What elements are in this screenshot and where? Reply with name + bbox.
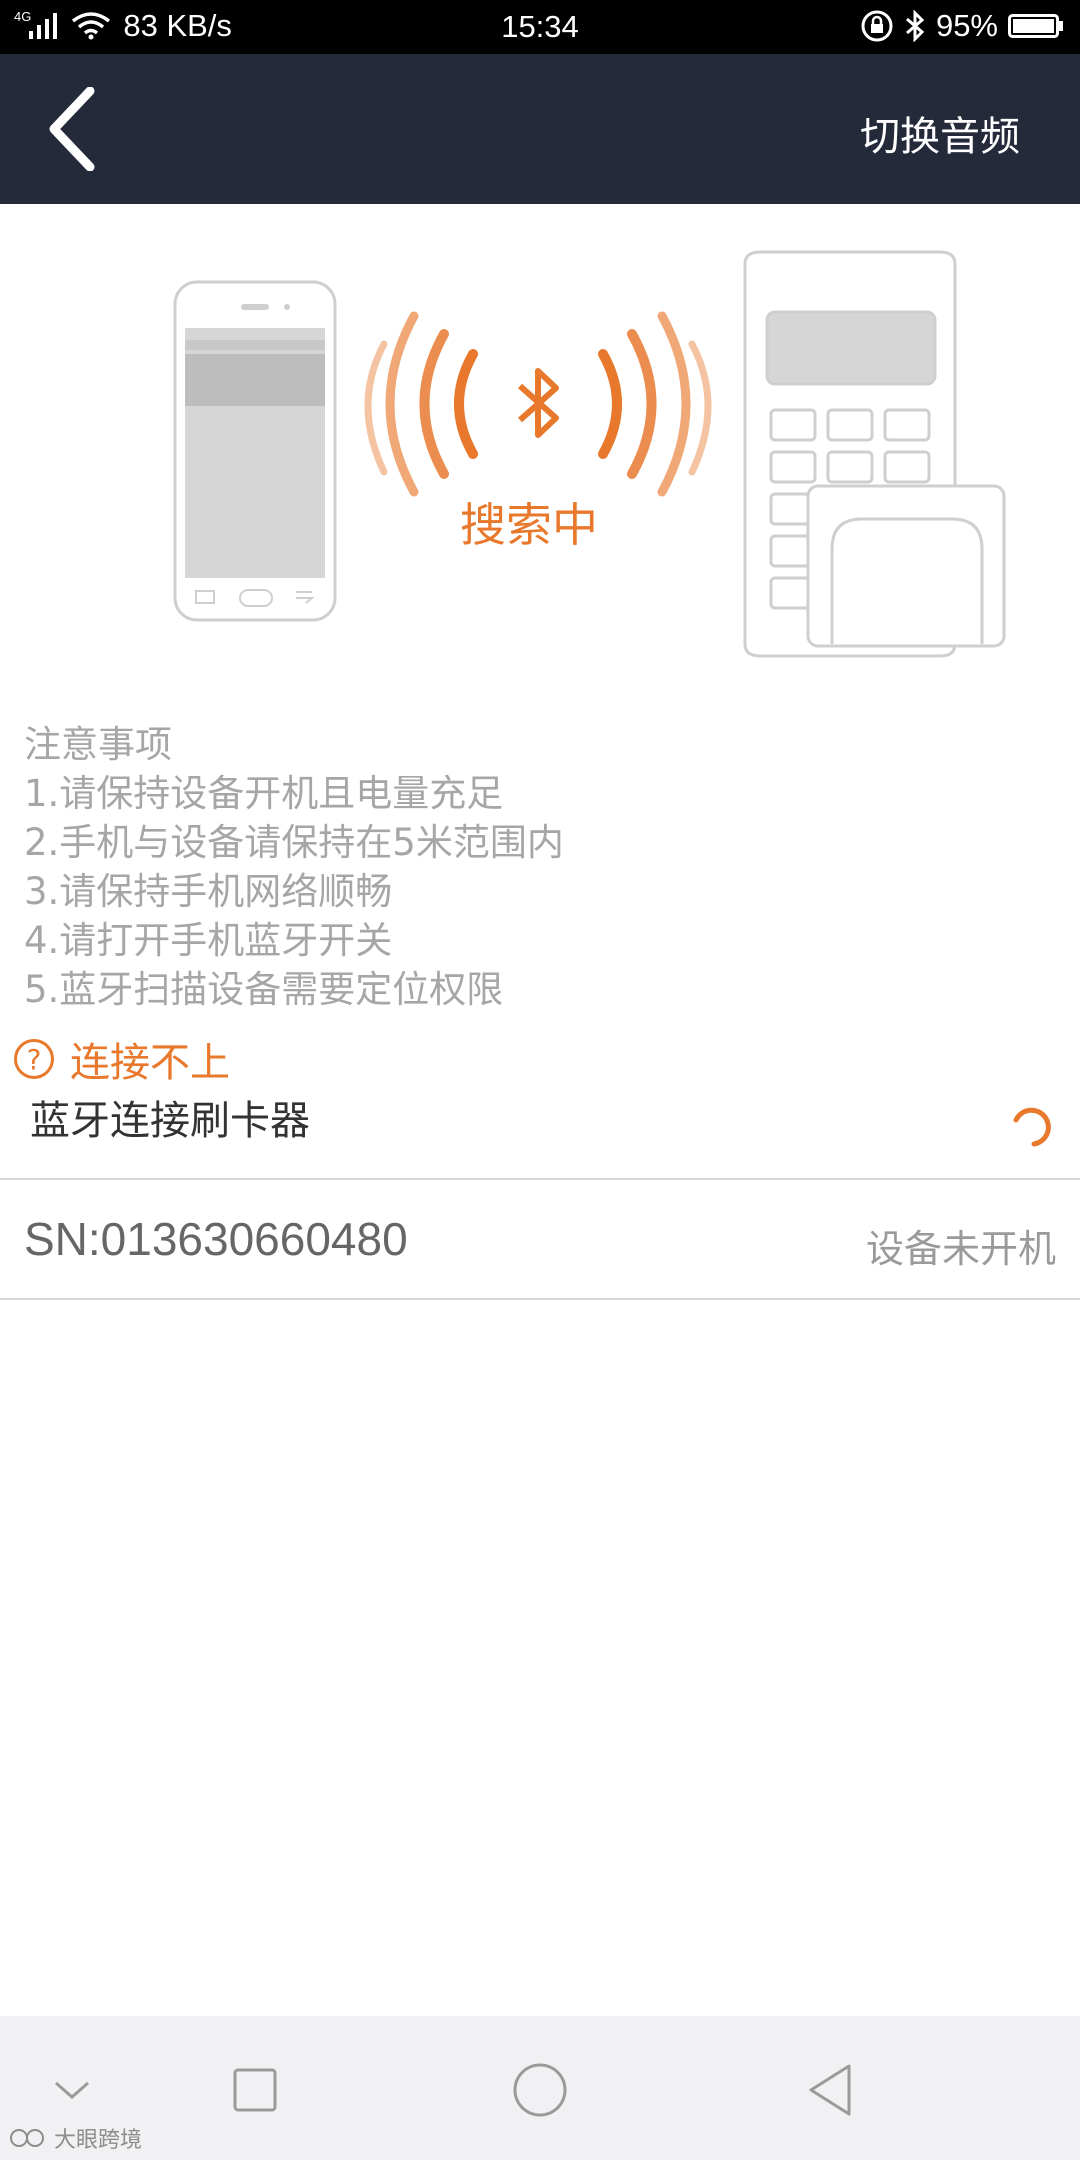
rotation-lock-icon	[861, 10, 893, 42]
back-button[interactable]	[36, 84, 106, 174]
nav-back-button[interactable]	[790, 2050, 870, 2130]
circle-icon	[513, 2063, 567, 2117]
status-bar: 4G 83 KB/s 15:34 95%	[0, 0, 1080, 54]
note-item: 4.请打开手机蓝牙开关	[24, 919, 393, 962]
phone-icon	[173, 280, 337, 622]
nav-recents-button[interactable]	[215, 2050, 295, 2130]
bluetooth-connect-label: 蓝牙连接刷卡器	[30, 1098, 310, 1144]
searching-status: 搜索中	[460, 498, 598, 552]
watermark-text: 大眼跨境	[54, 2128, 143, 2153]
device-serial-number: SN:013630660480	[24, 1213, 408, 1265]
bluetooth-icon	[905, 10, 925, 42]
note-item: 3.请保持手机网络顺畅	[24, 870, 393, 913]
bluetooth-icon	[518, 368, 559, 438]
battery-percent: 95%	[935, 8, 998, 43]
switch-audio-button[interactable]: 切换音频	[860, 104, 1020, 162]
nav-home-button[interactable]	[500, 2050, 580, 2130]
triangle-back-icon	[809, 2064, 851, 2116]
note-item: 2.手机与设备请保持在5米范围内	[24, 821, 564, 864]
illustration-graphic	[173, 250, 1006, 658]
chevron-left-icon	[49, 87, 95, 171]
bluetooth-search-illustration: 搜索中	[0, 204, 1080, 704]
cant-connect-label: 连接不上	[70, 1040, 230, 1086]
notes-title: 注意事项	[24, 723, 172, 766]
notes-section: 注意事项 1.请保持设备开机且电量充足 2.手机与设备请保持在5米范围内 3.请…	[24, 720, 564, 1014]
nav-collapse-button[interactable]	[32, 2050, 112, 2130]
watermark-logo-icon	[10, 2129, 44, 2147]
square-icon	[233, 2068, 277, 2112]
app-header: 切换音频	[0, 54, 1080, 204]
help-icon: ?	[14, 1039, 54, 1079]
battery-icon	[1008, 14, 1063, 38]
cant-connect-link[interactable]: ? 连接不上	[14, 1030, 230, 1088]
note-item: 1.请保持设备开机且电量充足	[24, 772, 504, 815]
system-nav-bar: 大眼跨境	[0, 2016, 1080, 2160]
loading-spinner-icon	[1013, 1107, 1051, 1147]
divider	[0, 1298, 1080, 1300]
device-list-item[interactable]: SN:013630660480 设备未开机	[0, 1180, 1080, 1298]
note-item: 5.蓝牙扫描设备需要定位权限	[24, 968, 504, 1011]
status-right: 95%	[860, 8, 1064, 44]
watermark: 大眼跨境	[8, 2122, 142, 2154]
device-status: 设备未开机	[865, 1227, 1056, 1271]
card-reader-icon	[743, 250, 1006, 658]
chevron-down-icon	[55, 2081, 89, 2099]
